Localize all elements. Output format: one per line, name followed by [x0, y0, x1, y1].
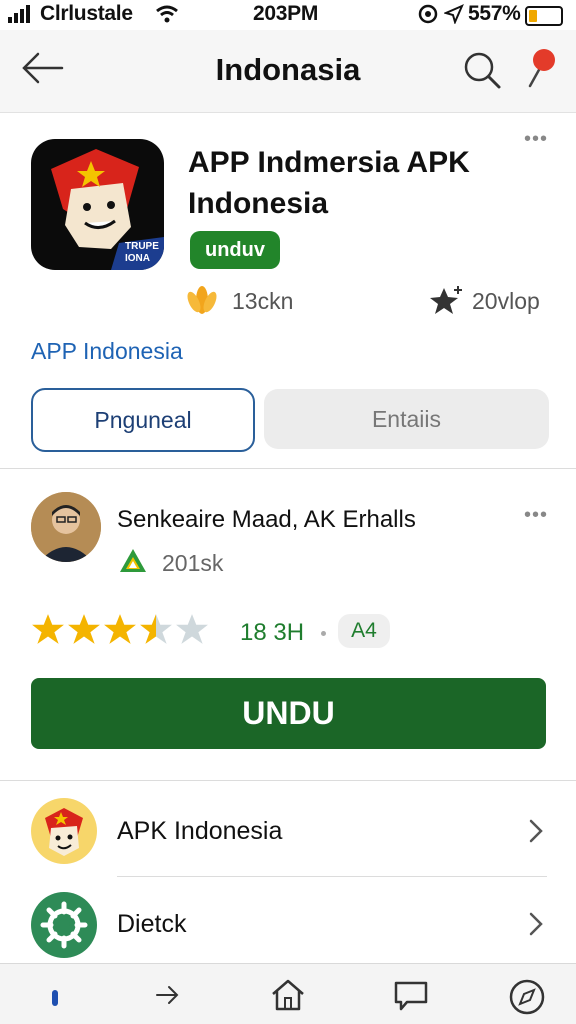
- star-sparkle-icon: [430, 286, 462, 314]
- list-item-label: APK Indonesia: [117, 817, 283, 845]
- nav-home-icon[interactable]: [270, 978, 306, 1012]
- tab-secondary[interactable]: Entaiis: [264, 389, 549, 449]
- rating-text: 18 3H: [240, 619, 305, 646]
- chevron-right-icon-2: [529, 912, 543, 936]
- nav-chat-icon[interactable]: [393, 980, 429, 1012]
- reviewer-subtext: 201sk: [162, 550, 224, 576]
- nav-indicator-icon[interactable]: [52, 990, 58, 1006]
- settings-gear-icon: [31, 892, 97, 958]
- star-icon: [68, 614, 100, 644]
- bottom-nav: [0, 963, 576, 1024]
- location-arrow-icon: [444, 4, 464, 24]
- list-divider: [117, 876, 547, 877]
- star-icon: [176, 614, 208, 644]
- signal-icon: [8, 5, 30, 23]
- battery-icon: [525, 6, 563, 26]
- install-pill-button[interactable]: unduv: [190, 231, 280, 269]
- star-icon: [32, 614, 64, 644]
- battery-percent: 557%: [468, 2, 521, 25]
- downloads-count: 13ckn: [232, 288, 294, 314]
- install-button[interactable]: UNDU: [31, 678, 546, 749]
- reviewer-name: Senkeaire Maad, AK Erhalls: [117, 506, 416, 533]
- app-avatar-icon: [31, 798, 97, 864]
- app-icon-text-1: TRUPE: [125, 241, 159, 252]
- person-photo-icon: [31, 492, 101, 562]
- star-icon: [140, 614, 172, 644]
- map-pin-icon[interactable]: [524, 46, 558, 88]
- reviewer-avatar[interactable]: [31, 492, 101, 562]
- chevron-right-icon: [529, 819, 543, 843]
- list-item-dietck[interactable]: Dietck: [0, 886, 576, 964]
- star-rating: [31, 612, 211, 648]
- app-icon[interactable]: TRUPE IONA: [31, 139, 164, 270]
- nav-forward-icon[interactable]: [155, 984, 181, 1006]
- dot-separator: [321, 631, 326, 636]
- drive-icon: [120, 549, 146, 572]
- app-header: Indonasia: [0, 30, 576, 113]
- wifi-icon: [156, 5, 178, 23]
- app-name-line-1: APP Indmersia APK: [188, 146, 470, 179]
- search-icon[interactable]: [462, 50, 502, 90]
- list-item-label-2: Dietck: [117, 910, 187, 938]
- downloads-icon: [187, 286, 217, 314]
- reviewer-more-icon[interactable]: •••: [524, 504, 548, 527]
- developer-link[interactable]: APP Indonesia: [31, 338, 183, 365]
- status-bar: Clrlustale 203PM 557%: [0, 0, 576, 30]
- list-item-apk[interactable]: APK Indonesia: [0, 790, 576, 876]
- rating-badge: A4: [338, 614, 390, 648]
- do-not-disturb-icon: [418, 4, 438, 24]
- section-divider: [0, 468, 576, 469]
- star-icon: [104, 614, 136, 644]
- nav-compass-icon[interactable]: [508, 978, 546, 1016]
- carrier-label: Clrlustale: [40, 2, 133, 25]
- more-options-icon[interactable]: •••: [524, 128, 548, 151]
- section-divider-2: [0, 780, 576, 781]
- tab-primary[interactable]: Pnguneal: [31, 388, 255, 452]
- app-name-line-2: Indonesia: [188, 187, 329, 220]
- rating-count: 20vlop: [472, 288, 540, 314]
- app-icon-text-2: IONA: [125, 253, 150, 264]
- time-label: 203PM: [253, 2, 319, 25]
